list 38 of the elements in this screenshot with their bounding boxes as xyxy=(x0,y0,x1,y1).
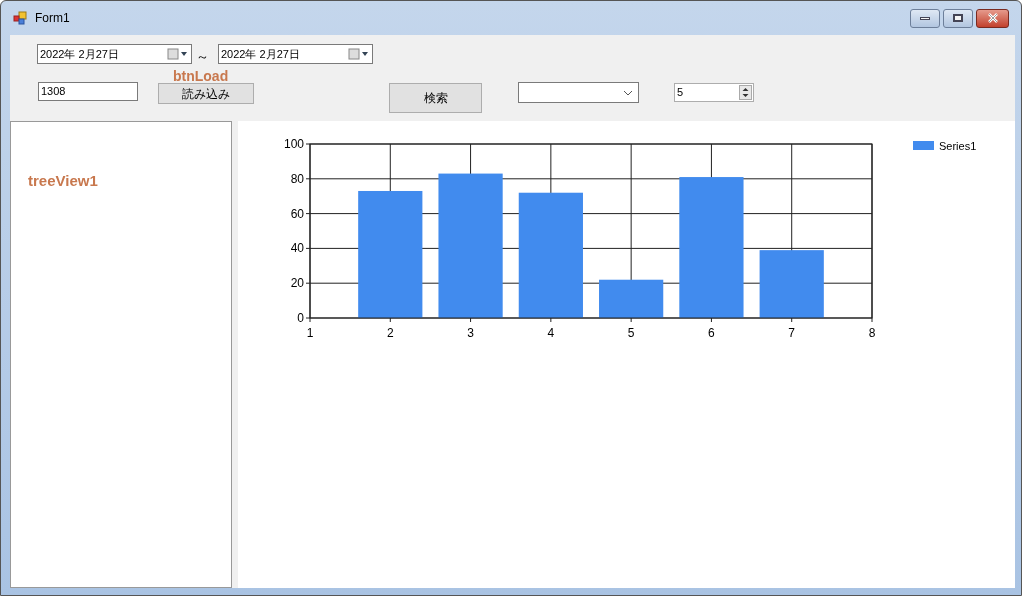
axis-label: 60 xyxy=(290,206,304,221)
control-name-label: treeView1 xyxy=(28,171,98,191)
spin-box[interactable]: 5 xyxy=(674,83,754,102)
axis-label: 4 xyxy=(547,326,555,340)
axis-label: 8 xyxy=(868,326,876,340)
chevron-down-icon xyxy=(623,89,633,96)
minimize-button[interactable] xyxy=(910,8,940,28)
maximize-button[interactable] xyxy=(943,8,973,28)
code-field[interactable]: 1308 xyxy=(38,82,138,101)
axis-label: 3 xyxy=(467,326,474,340)
axis-label: 2 xyxy=(386,326,394,340)
app-icon xyxy=(13,11,27,25)
control-name-label: btnLoad xyxy=(173,67,229,86)
spin-arrows-icon xyxy=(739,85,752,100)
close-button[interactable] xyxy=(976,8,1009,28)
axis-label: 7 xyxy=(788,326,796,340)
legend-swatch xyxy=(913,141,934,150)
axis-label: 80 xyxy=(290,171,304,186)
calendar-icon xyxy=(348,48,370,60)
legend-label: Series1 xyxy=(939,140,977,152)
bar xyxy=(599,279,664,318)
date-picker[interactable]: 2022年 2月27日 xyxy=(37,44,192,64)
search-button[interactable]: 検索 xyxy=(389,83,482,113)
axis-label: 100 xyxy=(283,137,304,151)
axis-label: 5 xyxy=(627,326,635,340)
load-button[interactable]: 読み込み xyxy=(158,83,254,104)
calendar-icon xyxy=(167,48,189,60)
axis-label: 40 xyxy=(290,241,304,256)
bar xyxy=(759,250,824,318)
axis-label: 6 xyxy=(708,326,715,340)
axis-label: 1 xyxy=(306,326,314,340)
range-separator: ～ xyxy=(196,48,209,66)
window-title: Form1 xyxy=(35,10,70,27)
axis-label: 20 xyxy=(290,276,304,291)
date-picker[interactable]: 2022年 2月27日 xyxy=(218,44,373,64)
combo-box[interactable] xyxy=(518,82,639,103)
close-icon xyxy=(986,13,999,23)
axis-label: 0 xyxy=(297,311,304,325)
